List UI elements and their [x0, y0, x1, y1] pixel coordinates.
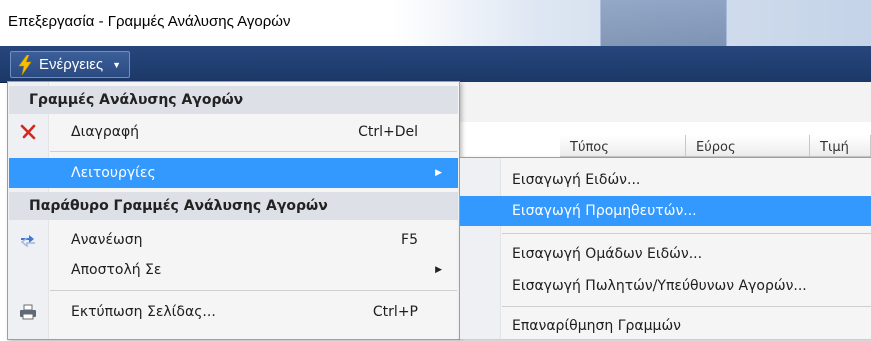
submenu-arrow-icon: ▶ [435, 265, 442, 275]
title-decoration [600, 0, 727, 46]
window-title: Επεξεργασία - Γραμμές Ανάλυσης Αγορών [8, 13, 291, 30]
toolbar: Ενέργειες ▼ [0, 46, 871, 83]
printer-icon [9, 297, 47, 327]
menu-item-shortcut: F5 [401, 232, 418, 248]
menu-item-label: Εισαγωγή Προμηθευτών... [512, 203, 697, 219]
actions-menu-button[interactable]: Ενέργειες ▼ [10, 51, 131, 78]
menu-separator [50, 290, 457, 291]
menu-section-header: Γραμμές Ανάλυσης Αγορών [9, 86, 458, 114]
column-header-range[interactable]: Εύρος [686, 135, 810, 157]
submenu-item-import-items[interactable]: Εισαγωγή Ειδών... [460, 165, 871, 195]
menu-item-label: Εισαγωγή Ειδών... [512, 172, 641, 188]
submenu-item-renumber-lines[interactable]: Επαναρίθμηση Γραμμών [460, 311, 871, 341]
menu-separator [502, 306, 871, 307]
submenu-item-import-item-groups[interactable]: Εισαγωγή Ομάδων Ειδών... [460, 239, 871, 269]
column-header-label: Τύπος [570, 140, 609, 155]
column-header-label: Τιμή [820, 140, 849, 155]
submenu-item-import-salespersons[interactable]: Εισαγωγή Πωλητών/Υπεύθυνων Αγορών... [460, 271, 871, 301]
menu-item-label: Εκτύπωση Σελίδας... [71, 304, 216, 320]
menu-item-refresh[interactable]: Ανανέωση F5 [9, 225, 458, 255]
menu-item-label: Διαγραφή [71, 124, 140, 140]
menu-item-label: Ανανέωση [71, 232, 143, 248]
menu-item-label: Λειτουργίες [71, 165, 156, 181]
menu-section-header: Παράθυρο Γραμμές Ανάλυσης Αγορών [9, 192, 458, 220]
menu-item-label: Εισαγωγή Πωλητών/Υπεύθυνων Αγορών... [512, 278, 807, 294]
column-header-type[interactable]: Τύπος [560, 135, 686, 157]
actions-label: Ενέργειες [39, 56, 104, 73]
menu-separator [502, 233, 871, 234]
actions-dropdown-menu: Γραμμές Ανάλυσης Αγορών Διαγραφή Ctrl+De… [7, 81, 460, 340]
menu-item-label: Επαναρίθμηση Γραμμών [512, 318, 681, 334]
menu-item-functions[interactable]: Λειτουργίες ▶ [9, 158, 458, 188]
refresh-icon [9, 225, 47, 255]
menu-separator [50, 151, 457, 152]
menu-item-print-page[interactable]: Εκτύπωση Σελίδας... Ctrl+P [9, 297, 458, 327]
lightning-icon [18, 54, 32, 75]
column-header-label: Εύρος [696, 140, 736, 155]
functions-submenu: Εισαγωγή Ειδών... Εισαγωγή Προμηθευτών..… [459, 157, 871, 339]
chevron-down-icon: ▼ [112, 59, 122, 70]
menu-item-send-to[interactable]: Αποστολή Σε ▶ [9, 255, 458, 285]
submenu-arrow-icon: ▶ [435, 168, 442, 178]
menu-item-label: Εισαγωγή Ομάδων Ειδών... [512, 246, 703, 262]
menu-item-shortcut: Ctrl+Del [358, 124, 418, 140]
delete-x-icon [9, 117, 47, 147]
content-panel [460, 82, 871, 122]
menu-item-label: Αποστολή Σε [71, 262, 162, 278]
submenu-item-import-suppliers[interactable]: Εισαγωγή Προμηθευτών... [460, 196, 871, 226]
window-titlebar: Επεξεργασία - Γραμμές Ανάλυσης Αγορών [0, 0, 871, 46]
column-header-price[interactable]: Τιμή [810, 135, 871, 157]
menu-item-shortcut: Ctrl+P [372, 304, 418, 320]
menu-item-delete[interactable]: Διαγραφή Ctrl+Del [9, 117, 458, 147]
